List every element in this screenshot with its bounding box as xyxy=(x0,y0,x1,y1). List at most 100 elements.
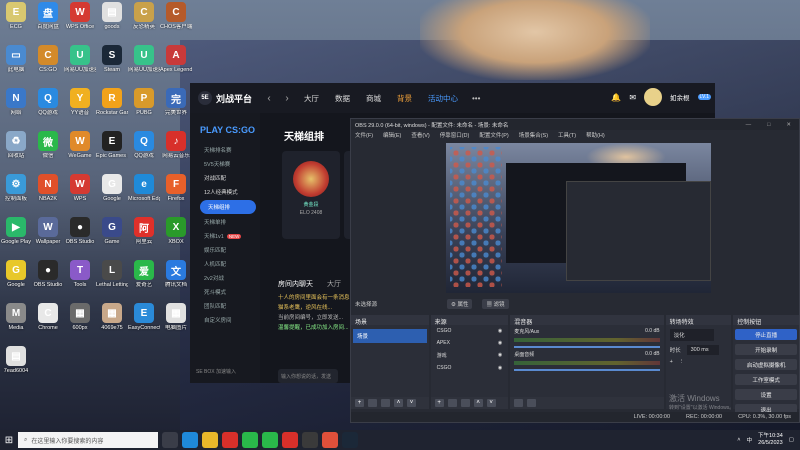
desktop-icon[interactable]: G Google xyxy=(96,174,128,203)
sidebar-item[interactable]: 5V5天梯赛 xyxy=(190,157,260,171)
sidebar-item[interactable]: 对战匹配 xyxy=(190,171,260,185)
gear-icon[interactable] xyxy=(514,399,524,407)
desktop-icon[interactable]: X XBOX xyxy=(160,217,192,246)
app-icon[interactable] xyxy=(222,432,238,448)
desktop-icon[interactable]: ♻ 回收站 xyxy=(0,131,32,160)
chrome-icon[interactable] xyxy=(282,432,298,448)
desktop-icon[interactable]: U 网易UU加速器 xyxy=(64,45,96,74)
desktop-icon[interactable]: 阿阿里云 xyxy=(128,217,160,246)
desktop-icon[interactable]: C CS:GO xyxy=(32,45,64,74)
tab-room-chat[interactable]: 房间内聊天 xyxy=(278,279,313,289)
sidebar-item[interactable]: 天梯单排 xyxy=(190,215,260,229)
gear-icon[interactable]: ⋮ xyxy=(679,359,685,365)
settings-button[interactable]: 设置 xyxy=(735,389,798,400)
desktop-icon[interactable]: F Firefox xyxy=(160,174,192,203)
source-item[interactable]: CSGO ◉ xyxy=(431,362,509,374)
trash-icon[interactable] xyxy=(368,399,377,407)
desktop-icon[interactable]: ▤ 7ead6004 xyxy=(0,346,32,375)
sidebar-item[interactable]: 死斗模式 xyxy=(190,285,260,299)
eye-icon[interactable]: ◉ xyxy=(498,365,502,371)
rank-card[interactable]: 黄金段 ELO 2408 xyxy=(282,151,340,239)
desktop-icon[interactable]: P PUBG xyxy=(128,88,160,117)
desktop-icon[interactable]: R Rockstar Games xyxy=(96,88,128,117)
sidebar-item[interactable]: 团队匹配 xyxy=(190,299,260,313)
desktop-icon[interactable]: C Chrome xyxy=(32,303,64,332)
desktop-icon[interactable]: 文腾讯文档 xyxy=(160,260,192,289)
sidebar-item[interactable]: 天梯1v1 NEW xyxy=(190,229,260,243)
properties-button[interactable]: ⚙ 属性 xyxy=(447,299,473,309)
desktop-icon[interactable]: E ECG xyxy=(0,2,32,31)
trash-icon[interactable] xyxy=(447,399,457,407)
sidebar-item[interactable]: 天梯排名赛 xyxy=(190,143,260,157)
transition-select[interactable]: 淡化 xyxy=(669,329,714,341)
desktop-icon[interactable]: N 网络 xyxy=(0,88,32,117)
eye-icon[interactable]: ◉ xyxy=(498,340,502,346)
desktop-icon[interactable]: C 反恐精英 xyxy=(128,2,160,31)
add-icon[interactable]: + xyxy=(670,359,673,365)
add-icon[interactable]: + xyxy=(355,399,364,407)
taskbar-search[interactable]: ⌕ 在这里输入你要搜索的内容 xyxy=(18,432,158,448)
wechat-icon[interactable] xyxy=(242,432,258,448)
desktop-icon[interactable]: ▦ 600px xyxy=(64,303,96,332)
bell-icon[interactable]: 🔔 xyxy=(611,93,621,102)
filters-button[interactable]: ▦ 滤镜 xyxy=(482,299,509,309)
ime-indicator[interactable]: 中 xyxy=(747,436,753,444)
desktop-icon[interactable]: E Epic Games Launcher xyxy=(96,131,128,160)
menu-scene-collection[interactable]: 场景集合(S) xyxy=(519,131,548,139)
desktop-icon[interactable]: 微微信 xyxy=(32,131,64,160)
desktop-icon[interactable]: W Wallpaper xyxy=(32,217,64,246)
message-icon[interactable]: ✉ xyxy=(629,93,636,102)
desktop-icon[interactable]: G Game xyxy=(96,217,128,246)
clock[interactable]: 下午10:34 26/5/2023 xyxy=(758,433,783,447)
filter-icon[interactable] xyxy=(381,399,390,407)
desktop-icon[interactable]: E EasyConnect xyxy=(128,303,160,332)
menu-view[interactable]: 查看(V) xyxy=(411,131,429,139)
menu-profile[interactable]: 配置文件(P) xyxy=(479,131,508,139)
windows-start-icon[interactable]: ⊞ xyxy=(0,430,18,450)
gear-icon[interactable] xyxy=(460,399,470,407)
add-icon[interactable]: + xyxy=(434,399,444,407)
eye-icon[interactable]: ◉ xyxy=(498,328,502,334)
sidebar-item[interactable]: 天梯组排 xyxy=(200,200,256,214)
desktop-icon[interactable]: ♪ 网易云音乐 xyxy=(160,131,192,160)
chevron-up-icon[interactable]: ˄ xyxy=(737,437,740,443)
scene-item[interactable]: 场景 xyxy=(353,329,427,343)
obs-preview[interactable] xyxy=(446,143,711,293)
tab-hall[interactable]: 大厅 xyxy=(327,279,341,289)
minimize-icon[interactable]: — xyxy=(746,122,752,128)
desktop-icon[interactable]: ⚙ 控制面板 xyxy=(0,174,32,203)
source-item[interactable]: 游戏 ◉ xyxy=(431,349,509,362)
menu-tools[interactable]: 工具(T) xyxy=(558,131,576,139)
game-icon[interactable] xyxy=(322,432,338,448)
menu-help[interactable]: 帮助(H) xyxy=(586,131,605,139)
sidebar-item[interactable]: 2v2对战 xyxy=(190,271,260,285)
desktop-icon[interactable]: Y YY语音 xyxy=(64,88,96,117)
desktop-icon[interactable]: A Apex Legends xyxy=(160,45,192,74)
desktop-icon[interactable]: e Microsoft Edge xyxy=(128,174,160,203)
desktop-icon[interactable]: N NBA2K xyxy=(32,174,64,203)
task-view-icon[interactable] xyxy=(162,432,178,448)
menu-edit[interactable]: 编辑(E) xyxy=(383,131,401,139)
desktop-icon[interactable]: L Lethal Letting Go xyxy=(96,260,128,289)
sidebar-item[interactable]: 人机匹配 xyxy=(190,257,260,271)
tab-store[interactable]: 商城 xyxy=(366,93,381,104)
tab-data[interactable]: 数据 xyxy=(335,93,350,104)
start-recording-button[interactable]: 开始录制 xyxy=(735,344,798,355)
desktop-icon[interactable]: T Tools xyxy=(64,260,96,289)
desktop-icon[interactable]: ▤ goods xyxy=(96,2,128,31)
desktop-icon[interactable]: W WPS xyxy=(64,174,96,203)
sidebar-item[interactable]: 娱乐匹配 xyxy=(190,243,260,257)
tab-lobby[interactable]: 大厅 xyxy=(304,93,319,104)
source-item[interactable]: CSGO ◉ xyxy=(431,325,509,337)
avatar[interactable] xyxy=(644,88,663,106)
explorer-icon[interactable] xyxy=(202,432,218,448)
back-arrow-icon[interactable]: ‹ xyxy=(260,93,278,104)
virtual-camera-button[interactable]: 启动虚拟摄像机 xyxy=(735,359,798,370)
desktop-icon[interactable]: C CHOS客户端 xyxy=(160,2,192,31)
desktop-icon[interactable]: ● OBS Studio xyxy=(32,260,64,289)
obs-icon[interactable] xyxy=(302,432,318,448)
desktop-icon[interactable]: W WeGame xyxy=(64,131,96,160)
forward-arrow-icon[interactable]: › xyxy=(278,93,296,104)
chat-input[interactable]: 输入你想说的话，发送 xyxy=(278,369,338,383)
desktop-icon[interactable]: S Steam xyxy=(96,45,128,74)
